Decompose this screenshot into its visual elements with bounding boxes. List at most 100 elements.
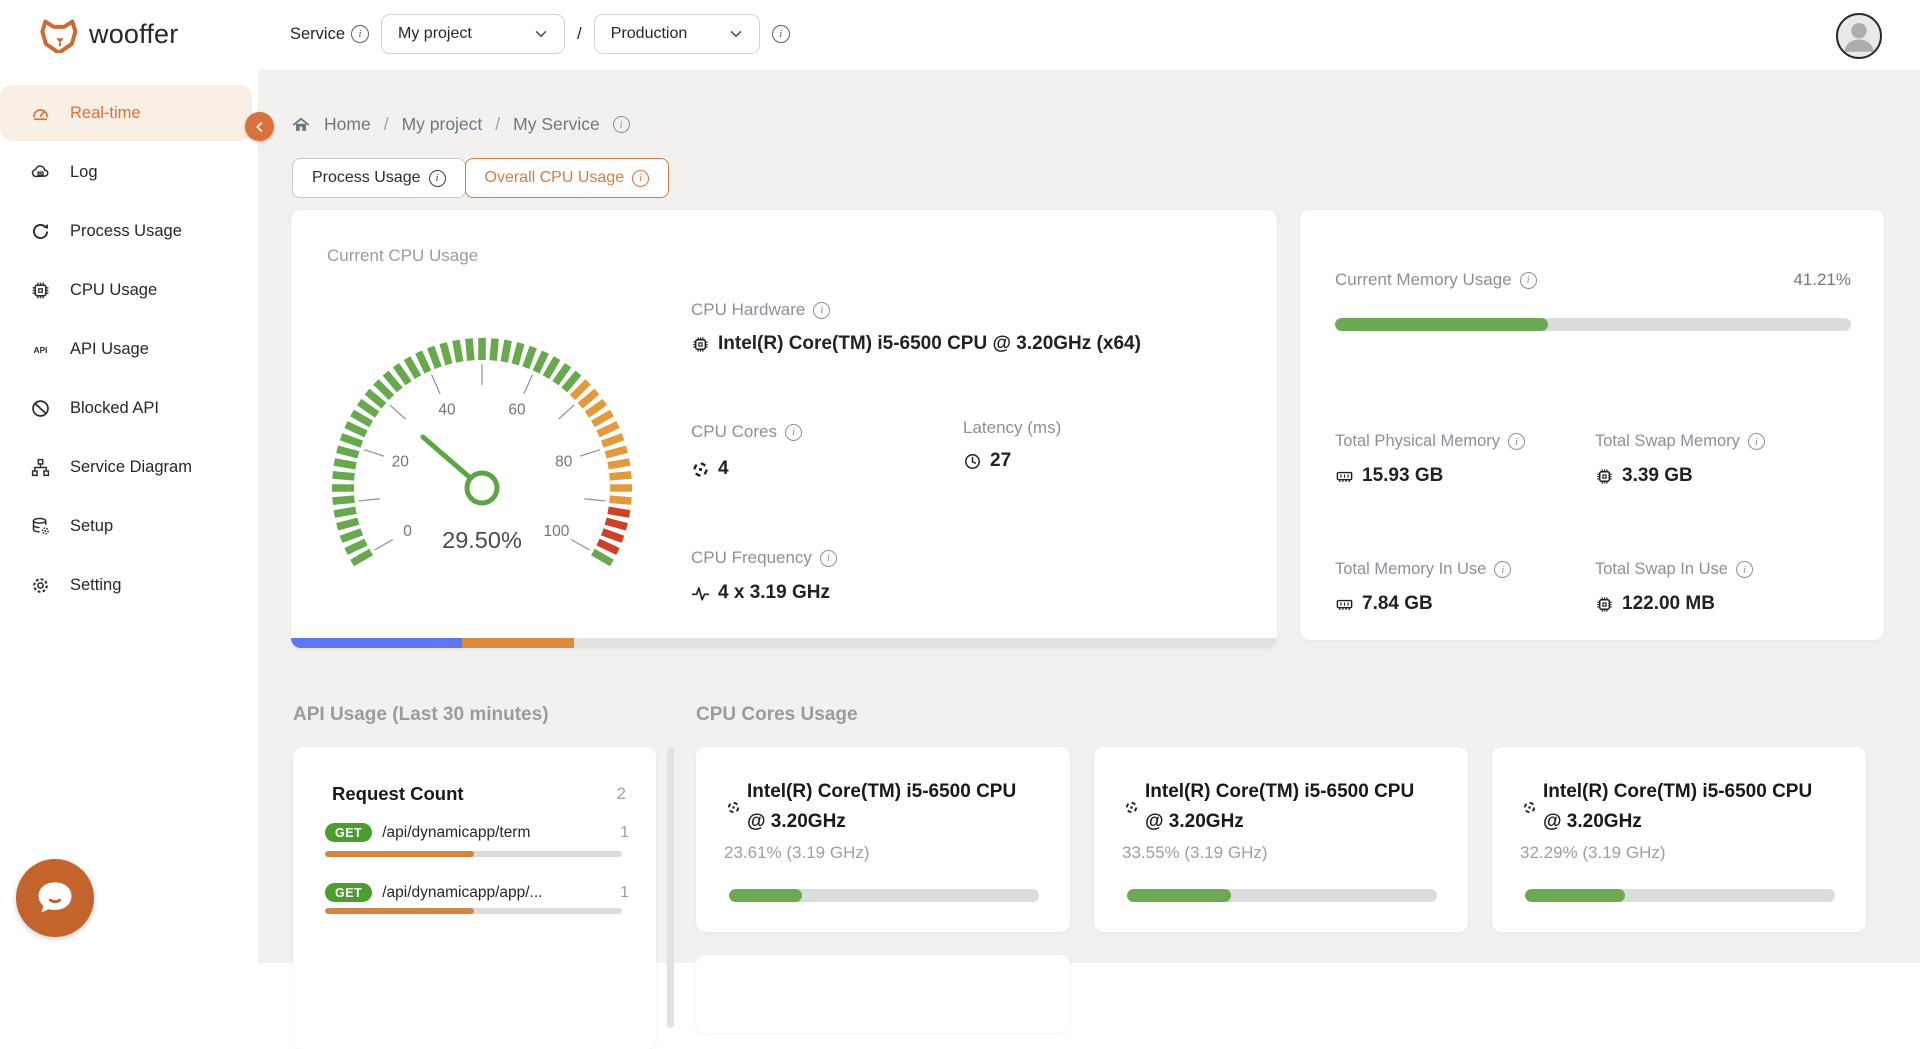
cpu-frequency-info-icon[interactable]: i [820,550,837,567]
overall-cpu-info-icon[interactable]: i [632,170,649,187]
api-count: 1 [620,884,629,902]
chip-icon [691,335,710,354]
svg-text:80: 80 [555,453,573,470]
api-path: /api/dynamicapp/app/... [382,884,610,902]
core-usage-text: 33.55% (3.19 GHz) [1122,843,1268,863]
svg-text:20: 20 [392,453,410,470]
environment-select-value: Production [611,25,688,43]
wolf-logo-icon [40,15,80,53]
memory-usage-info-icon[interactable]: i [1520,272,1537,289]
cpu-chip-icon [30,280,51,301]
project-select-value: My project [398,25,472,43]
person-icon [1838,15,1880,57]
chip-icon [1595,595,1614,614]
cpu-core-card-2: Intel(R) Core(TM) i5-6500 CPU @ 3.20GHz … [1094,747,1468,932]
cpu-card-title: Current CPU Usage [327,246,478,266]
cores-icon [691,460,710,479]
api-usage-bar [325,851,622,857]
core-name: Intel(R) Core(TM) i5-6500 CPU @ 3.20GHz [1543,777,1833,837]
svg-text:100: 100 [544,523,570,540]
api-usage-bar [325,908,622,914]
latency-value: 27 [990,450,1011,472]
blocked-icon [30,398,51,419]
sidebar-item-setting[interactable]: Setting [0,556,258,615]
cpu-frequency-field: CPU Frequency i 4 x 3.19 GHz [691,548,837,604]
brand-logo[interactable]: wooffer [40,15,178,53]
sidebar-item-log[interactable]: Log [0,143,258,202]
breadcrumb-project[interactable]: My project [402,114,483,135]
app-header: wooffer Service i My project / Productio… [0,0,1920,70]
cpu-frequency-label: CPU Frequency [691,548,812,568]
breadcrumb-service[interactable]: My Service [513,114,600,135]
ram-icon [1335,467,1354,486]
sidebar-item-real-time[interactable]: Real-time [0,84,258,143]
api-row[interactable]: GET /api/dynamicapp/term 1 [325,823,629,842]
sidebar-item-process-usage[interactable]: Process Usage [0,202,258,261]
info-icon[interactable]: i [1748,433,1765,450]
sidebar-item-setup[interactable]: Setup [0,497,258,556]
chevron-down-icon [532,25,550,43]
env-separator: / [577,24,582,44]
service-info-icon[interactable]: i [351,25,369,43]
total-memory-in-use-field: Total Memory In Usei 7.84 GB [1335,560,1511,615]
chat-support-button[interactable] [16,859,94,937]
field-label: Total Swap In Use [1595,560,1728,579]
environment-info-icon[interactable]: i [772,25,790,43]
environment-select[interactable]: Production [594,14,760,54]
chip-icon [1595,467,1614,486]
sidebar-collapse-button[interactable] [245,112,274,141]
api-row[interactable]: GET /api/dynamicapp/app/... 1 [325,883,629,902]
field-value: 7.84 GB [1362,593,1433,615]
core-usage-bar [1127,889,1437,902]
service-breadcrumb-info-icon[interactable]: i [613,116,630,133]
info-icon[interactable]: i [1736,561,1753,578]
core-usage-bar-fill [1525,889,1625,902]
cpu-cores-field: CPU Coresi 4 [691,422,802,480]
field-value: 3.39 GB [1622,465,1693,487]
sidebar-item-label: API Usage [70,340,149,359]
tab-process-usage[interactable]: Process Usage i [292,158,466,198]
sidebar-item-label: Process Usage [70,222,182,241]
sidebar-item-cpu-usage[interactable]: CPU Usage [0,261,258,320]
pulse-icon [691,584,710,603]
api-usage-section-title: API Usage (Last 30 minutes) [293,704,549,726]
diagram-icon [30,457,51,478]
cpu-user-segment [291,638,462,648]
home-icon[interactable] [291,115,311,135]
core-name: Intel(R) Core(TM) i5-6500 CPU @ 3.20GHz [1145,777,1435,837]
sidebar-item-service-diagram[interactable]: Service Diagram [0,438,258,497]
cpu-frequency-value: 4 x 3.19 GHz [718,582,830,604]
core-usage-text: 32.29% (3.19 GHz) [1520,843,1666,863]
breadcrumb-home[interactable]: Home [324,114,371,135]
cpu-cores-info-icon[interactable]: i [785,424,802,441]
cpu-cores-section-title: CPU Cores Usage [696,704,858,726]
info-icon[interactable]: i [1494,561,1511,578]
memory-usage-percent: 41.21% [1793,270,1851,290]
sidebar-item-label: Setup [70,517,113,536]
field-label: Total Swap Memory [1595,432,1740,451]
tab-overall-cpu-usage[interactable]: Overall CPU Usage i [465,158,670,198]
database-gear-icon [30,516,51,537]
core-name: Intel(R) Core(TM) i5-6500 CPU @ 3.20GHz [747,777,1037,837]
core-usage-bar-fill [1127,889,1231,902]
info-icon[interactable]: i [1508,433,1525,450]
http-method-badge: GET [325,823,372,842]
sidebar-item-api-usage[interactable]: API Usage [0,320,258,379]
http-method-badge: GET [325,883,372,902]
cpu-core-card-3: Intel(R) Core(TM) i5-6500 CPU @ 3.20GHz … [1492,747,1866,932]
project-select[interactable]: My project [381,14,565,54]
ram-icon [1335,595,1354,614]
user-avatar[interactable] [1836,13,1882,59]
api-list-scrollbar[interactable] [667,747,674,1028]
sidebar-item-blocked-api[interactable]: Blocked API [0,379,258,438]
api-icon [30,339,51,360]
cpu-hardware-info-icon[interactable]: i [813,302,830,319]
request-count-title: Request Count [332,783,464,805]
cpu-hardware-label: CPU Hardware [691,300,805,320]
memory-card-title: Current Memory Usage [1335,270,1512,290]
usage-tabs: Process Usage i Overall CPU Usage i [292,158,669,198]
api-usage-bar-fill [325,908,474,914]
cores-icon [1124,800,1139,815]
process-usage-info-icon[interactable]: i [429,170,446,187]
latency-field: Latency (ms) 27 [963,418,1061,472]
